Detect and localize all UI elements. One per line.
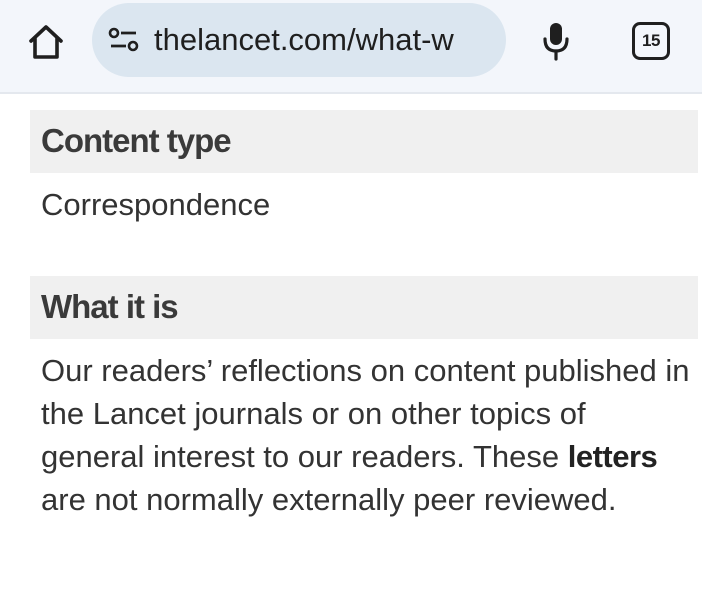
tab-switcher-button[interactable]: 15	[632, 22, 670, 60]
content-type-heading: Content type	[30, 110, 698, 173]
home-button[interactable]	[22, 20, 70, 64]
content-type-value: Correspondence	[41, 187, 271, 222]
site-settings-button[interactable]	[106, 22, 142, 58]
home-icon	[29, 25, 63, 59]
voice-search-button[interactable]	[534, 18, 578, 64]
what-it-is-description: Our readers’ reflections on content publ…	[41, 349, 691, 521]
address-bar[interactable]: thelancet.com/what-w	[92, 3, 506, 77]
browser-toolbar: thelancet.com/what-w 15	[0, 0, 702, 94]
what-it-is-heading: What it is	[30, 276, 698, 339]
microphone-icon	[543, 23, 569, 61]
tab-count: 15	[642, 31, 660, 50]
url-text[interactable]: thelancet.com/what-w	[154, 22, 454, 58]
tune-icon	[108, 27, 139, 52]
letters-emphasis: letters	[567, 439, 658, 474]
description-text-end: are not normally externally peer reviewe…	[41, 482, 617, 517]
